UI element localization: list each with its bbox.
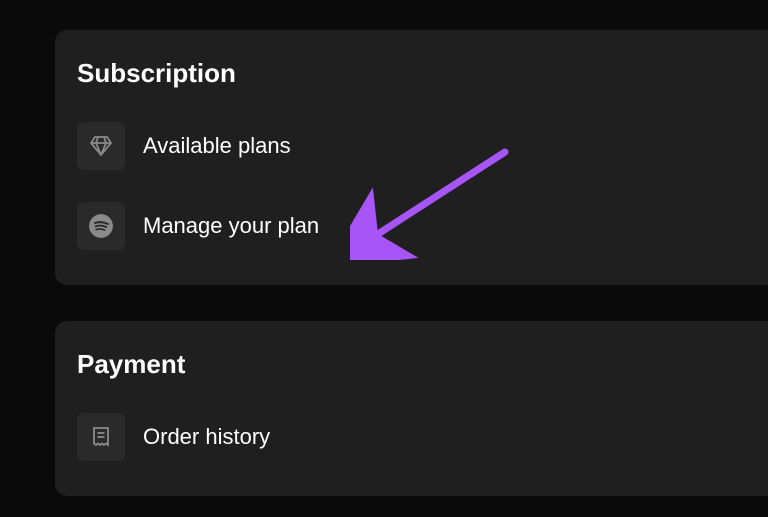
available-plans-item[interactable]: Available plans — [77, 115, 768, 177]
order-history-item[interactable]: Order history — [77, 406, 768, 468]
available-plans-label: Available plans — [143, 133, 291, 159]
receipt-icon — [77, 413, 125, 461]
manage-plan-item[interactable]: Manage your plan — [77, 195, 768, 257]
diamond-icon — [77, 122, 125, 170]
subscription-panel: Subscription Available plans Manage your… — [55, 30, 768, 285]
subscription-title: Subscription — [77, 58, 768, 89]
manage-plan-label: Manage your plan — [143, 213, 319, 239]
payment-panel: Payment Order history — [55, 321, 768, 496]
spotify-icon — [77, 202, 125, 250]
payment-title: Payment — [77, 349, 768, 380]
order-history-label: Order history — [143, 424, 270, 450]
